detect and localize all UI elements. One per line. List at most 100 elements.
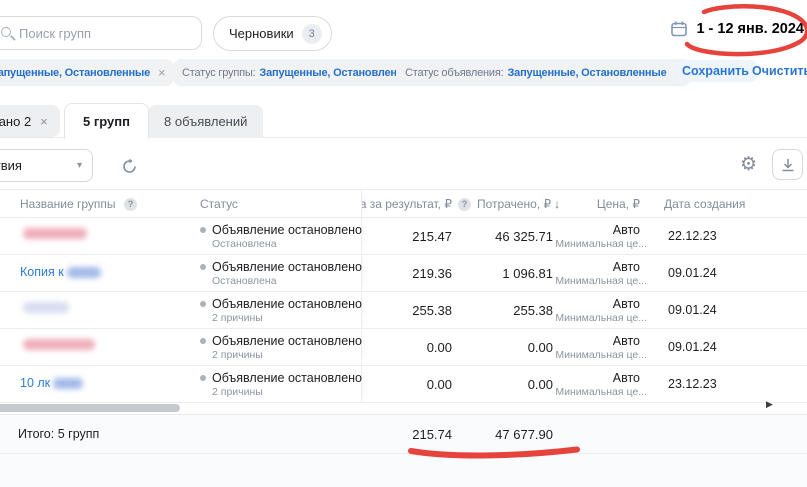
download-icon	[780, 157, 796, 173]
substatus-text: Остановлена	[212, 238, 277, 250]
table-row[interactable]: 215.47 46 325.71 Авто Минимальная це... …	[0, 218, 807, 255]
group-name-link[interactable]: 10 лк	[20, 376, 83, 390]
row-sticky-cells: Объявление остановлено 2 причины	[0, 292, 362, 328]
tab-ads[interactable]: 8 объявлений	[148, 105, 263, 138]
save-filters-button[interactable]: Сохранить	[674, 60, 757, 82]
row-sticky-cells: Объявление остановлено Остановлена	[0, 218, 362, 254]
status-dot-icon	[200, 301, 206, 307]
redaction-blur	[23, 228, 87, 239]
status-dot-icon	[200, 338, 206, 344]
cell-price-sub: Минимальная це...	[520, 386, 647, 398]
date-range-text: 1 - 12 янв. 2024	[696, 21, 804, 37]
cell-price: Авто	[520, 371, 640, 385]
group-name-link[interactable]	[20, 302, 69, 313]
substatus-text: Остановлена	[212, 275, 277, 287]
cell-price: Авто	[520, 297, 640, 311]
gear-icon: ⚙	[740, 153, 757, 176]
filter-chip-campaign-status[interactable]: Запущенные, Остановленные ×	[0, 59, 174, 86]
status-text: Объявление остановлено	[200, 260, 362, 274]
group-name-text: Копия к	[20, 265, 64, 279]
search-icon	[1, 27, 11, 37]
drafts-button[interactable]: Черновики 3	[213, 16, 332, 51]
cell-price: Авто	[520, 223, 640, 237]
date-range-picker[interactable]: 1 - 12 янв. 2024	[670, 20, 804, 38]
selected-counter-chip[interactable]: Выбрано 2 ×	[0, 105, 60, 137]
chip-value: Запущенные, Остановленные	[507, 67, 666, 79]
scroll-right-icon[interactable]: ▶	[766, 399, 773, 410]
substatus-text: 2 причины	[212, 349, 263, 361]
redaction-blur	[53, 378, 83, 389]
chevron-down-icon: ▾	[77, 160, 82, 171]
redaction-blur	[67, 267, 101, 278]
cell-price-sub: Минимальная це...	[520, 349, 647, 361]
tab-ads-label: 8 объявлений	[164, 114, 247, 129]
table-row[interactable]: 255.38 255.38 Авто Минимальная це... 09.…	[0, 292, 807, 329]
horizontal-scrollbar[interactable]	[0, 404, 180, 412]
search-field[interactable]	[0, 16, 202, 50]
cell-created-date: 23.12.23	[668, 377, 717, 391]
actions-dropdown[interactable]: Действия ▾	[0, 149, 93, 182]
status-dot-icon	[200, 227, 206, 233]
status-text: Объявление остановлено	[200, 223, 362, 237]
chip-value: Запущенные, Остановленные	[259, 67, 418, 79]
cell-price: Авто	[520, 260, 640, 274]
column-header-group-name[interactable]: Название группы	[20, 197, 116, 211]
actions-label: Действия	[0, 158, 22, 173]
table-header-sticky: Название группы ? Статус	[0, 190, 362, 217]
ads-manager-screen: Черновики 3 1 - 12 янв. 2024 Запущенные,…	[0, 0, 807, 487]
chip-value: Запущенные, Остановленные	[0, 67, 150, 79]
refresh-button[interactable]	[116, 153, 142, 179]
group-name-link[interactable]	[20, 228, 87, 239]
chip-label: Статус объявления:	[405, 67, 503, 79]
column-header-status[interactable]: Статус	[200, 197, 238, 211]
export-button[interactable]	[772, 149, 803, 180]
tab-groups[interactable]: 5 групп	[64, 103, 149, 139]
row-sticky-cells: 10 лк Объявление остановлено 2 причины	[0, 366, 362, 402]
cell-price: Авто	[520, 334, 640, 348]
row-sticky-cells: Копия к Объявление остановлено Остановле…	[0, 255, 362, 291]
group-name-link[interactable]	[20, 339, 95, 350]
group-name-link[interactable]: Копия к	[20, 265, 101, 279]
table-footer: Итого: 5 групп 215.74 47 677.90	[0, 414, 807, 487]
refresh-icon	[121, 158, 138, 175]
filter-chip-ad-status[interactable]: Статус объявления: Запущенные, Остановле…	[396, 59, 691, 86]
table-header: Цена за результат, ₽ ? Потрачено, ₽↓ Цен…	[0, 189, 807, 218]
column-header-created[interactable]: Дата создания	[664, 197, 745, 211]
table-row[interactable]: 0.00 0.00 Авто Минимальная це... 23.12.2…	[0, 366, 807, 403]
row-sticky-cells: Объявление остановлено 2 причины	[0, 329, 362, 365]
drafts-label: Черновики	[229, 26, 294, 41]
search-input[interactable]	[19, 26, 169, 41]
drafts-count-badge: 3	[302, 24, 322, 44]
cell-price-sub: Минимальная це...	[520, 238, 647, 250]
chip-label: Статус группы:	[182, 67, 255, 79]
totals-spent: 47 677.90	[363, 427, 553, 442]
totals-row: Итого: 5 групп 215.74 47 677.90	[0, 415, 807, 454]
column-header-price[interactable]: Цена, ₽	[540, 197, 640, 211]
status-text: Объявление остановлено	[200, 297, 362, 311]
status-dot-icon	[200, 375, 206, 381]
clear-filters-button[interactable]: Очистить	[752, 64, 807, 78]
question-icon[interactable]: ?	[124, 198, 137, 211]
cell-created-date: 22.12.23	[668, 229, 717, 243]
table-row[interactable]: 0.00 0.00 Авто Минимальная це... 09.01.2…	[0, 329, 807, 366]
group-name-text: 10 лк	[20, 376, 50, 390]
cell-created-date: 09.01.24	[668, 340, 717, 354]
status-text: Объявление остановлено	[200, 334, 362, 348]
selected-counter-label: Выбрано 2	[0, 114, 31, 129]
question-icon[interactable]: ?	[458, 198, 471, 211]
cell-created-date: 09.01.24	[668, 266, 717, 280]
cell-price-sub: Минимальная це...	[520, 275, 647, 287]
table-row[interactable]: 219.36 1 096.81 Авто Минимальная це... 0…	[0, 255, 807, 292]
substatus-text: 2 причины	[212, 386, 263, 398]
settings-button[interactable]: ⚙	[733, 149, 764, 180]
cell-price-sub: Минимальная це...	[520, 312, 647, 324]
calendar-icon	[670, 20, 688, 38]
substatus-text: 2 причины	[212, 312, 263, 324]
status-text: Объявление остановлено	[200, 371, 362, 385]
close-icon[interactable]: ×	[40, 114, 48, 129]
cell-created-date: 09.01.24	[668, 303, 717, 317]
status-dot-icon	[200, 264, 206, 270]
redaction-blur	[23, 302, 69, 313]
close-icon[interactable]: ×	[158, 65, 165, 80]
redaction-blur	[23, 339, 95, 350]
